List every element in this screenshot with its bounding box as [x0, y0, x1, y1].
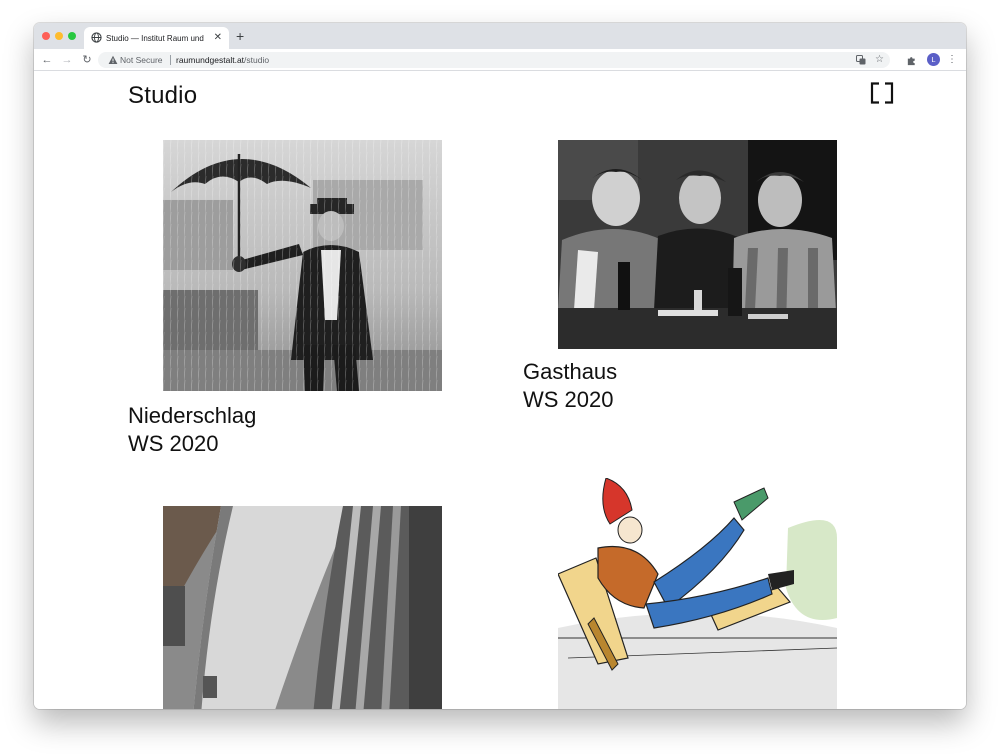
address-bar[interactable]: Not Secure raumundgestalt.at/studio ☆	[98, 52, 890, 68]
kebab-menu-icon[interactable]: ⋮	[947, 52, 957, 68]
address-separator	[170, 55, 171, 65]
tab-title: Studio — Institut Raum und Ge	[106, 34, 206, 43]
project-name: Niederschlag	[128, 403, 257, 428]
project-term: WS 2020	[128, 431, 219, 456]
url-text[interactable]: raumundgestalt.at/studio	[176, 52, 269, 68]
close-window-button[interactable]	[42, 32, 50, 40]
new-tab-button[interactable]: +	[236, 28, 244, 44]
translate-icon[interactable]	[856, 55, 866, 65]
page-title[interactable]: Studio	[128, 82, 197, 110]
concrete-dam-wall-image	[163, 506, 442, 709]
project-image-gasthaus[interactable]	[558, 140, 837, 349]
tab-strip: Studio — Institut Raum und Ge ✕ +	[34, 23, 966, 49]
puzzle-icon[interactable]	[906, 55, 917, 66]
security-label[interactable]: Not Secure	[120, 52, 163, 68]
browser-window: Studio — Institut Raum und Ge ✕ + ← → ↻ …	[34, 23, 966, 709]
profile-avatar[interactable]: L	[927, 53, 940, 66]
page-viewport: Studio Niederschlag WS 2020 Gasthaus WS …	[34, 72, 966, 709]
desktop-backdrop: Studio — Institut Raum und Ge ✕ + ← → ↻ …	[0, 0, 1000, 754]
project-term: WS 2020	[523, 387, 614, 412]
browser-toolbar: ← → ↻ Not Secure raumundgestalt.at/studi…	[34, 49, 966, 71]
minimize-window-button[interactable]	[55, 32, 63, 40]
project-image-niederschlag[interactable]	[163, 140, 442, 391]
zoom-window-button[interactable]	[68, 32, 76, 40]
project-caption-gasthaus[interactable]: Gasthaus WS 2020	[523, 358, 617, 414]
forward-button[interactable]: →	[60, 52, 74, 68]
project-name: Gasthaus	[523, 359, 618, 384]
tab-studio[interactable]: Studio — Institut Raum und Ge ✕	[84, 27, 229, 49]
men-at-table-in-tavern-image	[558, 140, 837, 349]
globe-icon	[91, 32, 102, 43]
tab-close-icon[interactable]: ✕	[214, 31, 222, 44]
warning-icon[interactable]	[108, 55, 118, 65]
url-path: /studio	[244, 55, 270, 65]
star-icon[interactable]: ☆	[875, 52, 884, 68]
illustrated-figure-falling-image	[558, 478, 837, 709]
back-button[interactable]: ←	[40, 52, 54, 68]
man-with-umbrella-in-rain-image	[163, 140, 442, 391]
project-image-illustration[interactable]	[558, 478, 837, 709]
project-image-dam[interactable]	[163, 506, 442, 709]
project-caption-niederschlag[interactable]: Niederschlag WS 2020	[128, 402, 256, 458]
bracket-menu-icon[interactable]	[870, 82, 894, 104]
reload-button[interactable]: ↻	[80, 52, 94, 68]
url-host: raumundgestalt.at	[176, 55, 245, 65]
